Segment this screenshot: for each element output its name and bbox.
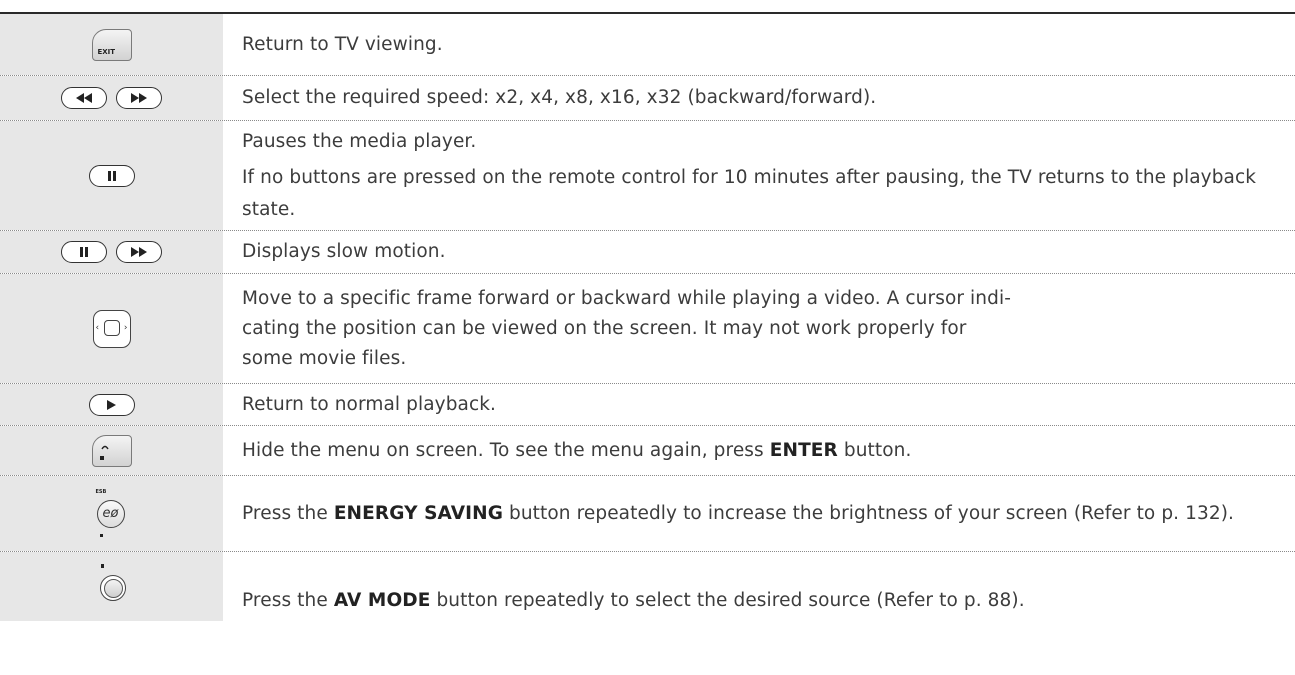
description-text: Press the ENERGY SAVING button repeatedl… — [242, 498, 1277, 530]
text-segment: button. — [837, 439, 912, 461]
icon-cell: EXIT — [0, 14, 224, 75]
description-text: Move to a specific frame forward or back… — [242, 287, 1011, 309]
play-button-icon — [88, 393, 135, 416]
text-segment: button repeatedly to select the desired … — [430, 590, 1025, 611]
table-row: ESB eø Press the ENERGY SAVING button re… — [0, 476, 1295, 552]
description-cell: Pauses the media player. If no buttons a… — [224, 121, 1295, 230]
description-text: some movie files. — [242, 347, 407, 369]
fast-forward-button-icon — [116, 87, 162, 109]
table-row: ‹ › Move to a specific frame forward or … — [0, 274, 1295, 384]
description-text: Return to TV viewing. — [242, 33, 443, 55]
pause-button-icon — [88, 164, 135, 187]
chevron-right-icon: › — [123, 322, 128, 333]
energy-saving-key-label: ESB — [95, 488, 107, 495]
energy-saving-button-icon: ESB eø — [95, 489, 129, 539]
description-text: Displays slow motion. — [242, 241, 446, 262]
description-cell: Hide the menu on screen. To see the menu… — [224, 426, 1295, 475]
description-text: If no buttons are pressed on the remote … — [242, 166, 1257, 220]
description-text: Pauses the media player. — [242, 130, 477, 152]
description-text: cating the position can be viewed on the… — [242, 317, 967, 339]
description-cell: Select the required speed: x2, x4, x8, x… — [224, 76, 1295, 120]
table-row: Select the required speed: x2, x4, x8, x… — [0, 76, 1295, 121]
eco-leaf-icon: eø — [96, 499, 125, 528]
icon-cell: ESB eø — [0, 476, 224, 551]
exit-key-label: EXIT — [97, 47, 116, 56]
pause-button-icon — [61, 241, 107, 263]
description-cell: Return to normal playback. — [224, 384, 1295, 425]
icon-cell — [0, 76, 224, 120]
icon-cell — [0, 231, 224, 273]
indicator-dot-icon — [99, 533, 103, 537]
description-cell: Move to a specific frame forward or back… — [224, 274, 1295, 383]
round-key-icon — [99, 574, 126, 601]
back-key-icon — [91, 434, 132, 467]
icon-cell — [0, 426, 224, 475]
table-row: Press the AV MODE button repeatedly to s… — [0, 552, 1295, 621]
text-segment: Hide the menu on screen. To see the menu… — [242, 439, 770, 461]
icon-cell: ‹ › — [0, 274, 224, 383]
description-text: Hide the menu on screen. To see the menu… — [242, 435, 1277, 467]
text-segment: Press the — [242, 590, 334, 611]
description-text: Return to normal playback. — [242, 393, 497, 415]
fast-forward-button-icon — [116, 241, 162, 263]
table-row: Pauses the media player. If no buttons a… — [0, 121, 1295, 231]
description-text: Press the AV MODE button repeatedly to s… — [242, 585, 1277, 617]
table-row: EXIT Return to TV viewing. — [0, 14, 1295, 76]
table-row: Displays slow motion. — [0, 231, 1295, 274]
indicator-dot-icon — [100, 563, 104, 568]
text-segment: button repeatedly to increase the bright… — [503, 502, 1235, 524]
remote-function-table: EXIT Return to TV viewing. Select the re… — [0, 12, 1295, 621]
chevron-left-icon: ‹ — [95, 322, 100, 333]
description-cell: Press the ENERGY SAVING button repeatedl… — [224, 476, 1295, 551]
navigation-dpad-icon: ‹ › — [92, 309, 131, 348]
table-row: Return to normal playback. — [0, 384, 1295, 426]
text-segment: Press the — [242, 502, 334, 524]
rewind-button-icon — [61, 87, 107, 109]
exit-key-icon: EXIT — [91, 28, 132, 61]
table-row: Hide the menu on screen. To see the menu… — [0, 426, 1295, 476]
av-mode-button-icon — [97, 563, 127, 610]
description-text: Select the required speed: x2, x4, x8, x… — [242, 87, 877, 108]
description-cell: Return to TV viewing. — [224, 14, 1295, 75]
icon-cell — [0, 552, 224, 621]
icon-cell — [0, 121, 224, 230]
description-cell: Press the AV MODE button repeatedly to s… — [224, 552, 1295, 621]
button-name: ENTER — [769, 439, 838, 461]
description-cell: Displays slow motion. — [224, 231, 1295, 273]
button-name: ENERGY SAVING — [333, 502, 503, 524]
ok-key-icon — [103, 319, 120, 336]
icon-cell — [0, 384, 224, 425]
button-name: AV MODE — [333, 590, 431, 611]
